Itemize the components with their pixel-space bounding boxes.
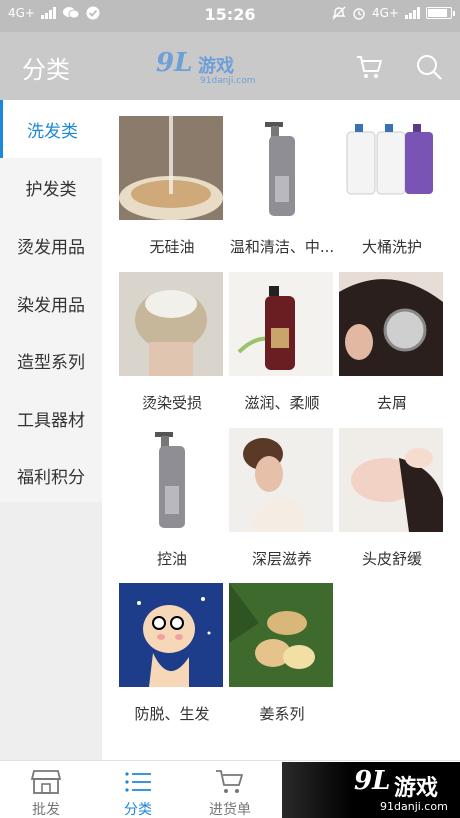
battery-icon: [426, 7, 455, 19]
product-tile[interactable]: 防脱、生发: [119, 583, 225, 723]
product-image: [119, 583, 223, 687]
store-icon: [30, 770, 62, 794]
product-image: [229, 428, 333, 532]
page-title: 分类: [22, 56, 70, 84]
sidebar-item-hufa[interactable]: 护发类: [0, 158, 102, 216]
product-label: 无硅油: [149, 238, 195, 256]
tab-fenlei[interactable]: 分类: [98, 761, 178, 818]
product-image: [339, 272, 443, 376]
sidebar-item-fuli[interactable]: 福利积分: [0, 446, 102, 504]
product-tile[interactable]: 温和清洁、中...: [229, 116, 335, 256]
product-label: 姜系列: [259, 705, 305, 723]
product-label: 大桶洗护: [361, 238, 422, 256]
product-label: 防脱、生发: [134, 705, 210, 723]
product-tile[interactable]: 姜系列: [229, 583, 335, 723]
sidebar-item-tangfa[interactable]: 烫发用品: [0, 216, 102, 274]
list-icon: [125, 772, 151, 792]
product-tile[interactable]: 大桶洗护: [339, 116, 445, 256]
alarm-icon: [353, 8, 365, 20]
product-image: [229, 116, 333, 220]
product-tile[interactable]: 烫染受损: [119, 272, 225, 412]
product-tile[interactable]: 头皮舒缓: [339, 428, 445, 568]
watermark-logo: 9L 游戏 91danji.com: [156, 48, 256, 86]
product-label: 滋润、柔顺: [244, 394, 320, 412]
product-label: 头皮舒缓: [361, 550, 422, 568]
product-image: [229, 583, 333, 687]
product-image: [339, 428, 443, 532]
watermark-banner: 9L 游戏 91danji.com: [282, 762, 460, 818]
category-sidebar: 洗发类 护发类 烫发用品 染发用品 造型系列 工具器材 福利积分: [0, 100, 102, 760]
product-tile[interactable]: 深层滋养: [229, 428, 335, 568]
product-label: 去屑: [376, 394, 407, 412]
product-image: [119, 116, 223, 220]
product-image: [119, 428, 223, 532]
sidebar-item-zaoxing[interactable]: 造型系列: [0, 331, 102, 389]
tab-pifa[interactable]: 批发: [6, 761, 86, 818]
product-image: [229, 272, 333, 376]
mute-icon: [332, 6, 346, 20]
product-tile[interactable]: 控油: [119, 428, 225, 568]
product-tile[interactable]: 滋润、柔顺: [229, 272, 335, 412]
product-tile[interactable]: 无硅油: [119, 116, 225, 256]
product-label: 烫染受损: [141, 394, 202, 412]
tab-jinhuodan[interactable]: 进货单: [190, 761, 270, 818]
cart-icon: [216, 770, 243, 793]
product-label: 控油: [156, 550, 187, 568]
sidebar-empty-area: [0, 502, 102, 760]
product-label: 深层滋养: [251, 550, 312, 568]
app-header: 分类 9L 游戏 91danji.com: [0, 32, 460, 100]
search-icon[interactable]: [414, 52, 444, 82]
product-label: 温和清洁、中...: [229, 238, 335, 256]
sidebar-item-xifa[interactable]: 洗发类: [0, 100, 102, 158]
network-indicator-right: 4G+: [372, 6, 399, 20]
signal-icon-right: [405, 7, 420, 19]
product-tile[interactable]: 去屑: [339, 272, 445, 412]
cart-icon[interactable]: [354, 52, 384, 82]
product-image: [339, 116, 443, 220]
sidebar-item-gongju[interactable]: 工具器材: [0, 389, 102, 447]
product-image: [119, 272, 223, 376]
sidebar-item-ranfa[interactable]: 染发用品: [0, 274, 102, 332]
status-bar: 4G+ 15:26 4G+: [0, 0, 460, 32]
